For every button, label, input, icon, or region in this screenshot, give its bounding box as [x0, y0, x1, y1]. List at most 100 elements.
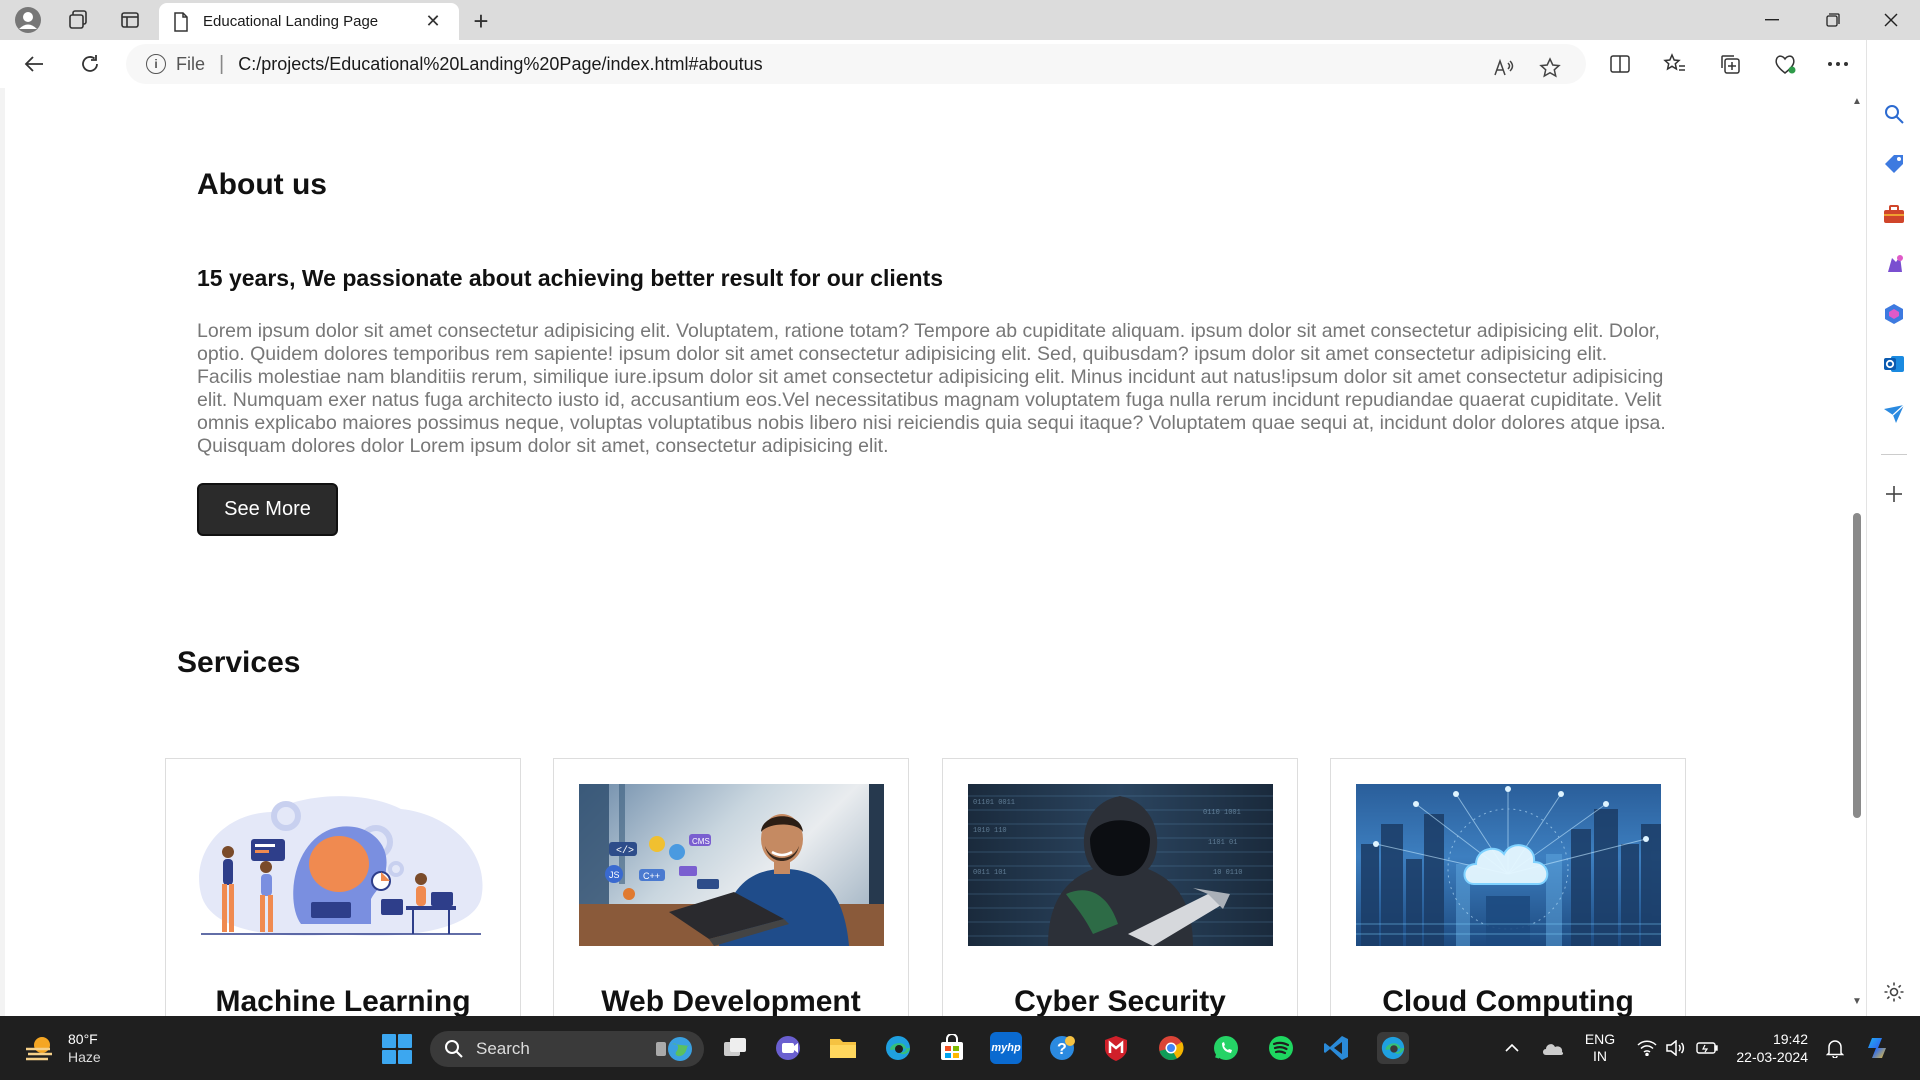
myhp-icon[interactable]: myhp [990, 1032, 1022, 1064]
spotify-icon[interactable] [1265, 1032, 1297, 1064]
url-text[interactable]: C:/projects/Educational%20Landing%20Page… [238, 54, 762, 75]
games-icon[interactable] [1880, 250, 1908, 278]
profile-icon[interactable] [6, 4, 50, 36]
whatsapp-icon[interactable] [1210, 1032, 1242, 1064]
copilot-taskbar-icon[interactable] [1862, 1016, 1894, 1080]
weather-temperature: 80°F [68, 1031, 98, 1047]
weather-widget[interactable]: 80°F Haze [24, 1030, 101, 1066]
sidebar-divider [1881, 454, 1907, 455]
search-highlight-globe-icon [656, 1037, 692, 1061]
battery-icon[interactable] [1694, 1016, 1720, 1080]
language-indicator[interactable]: ENG IN [1580, 1016, 1620, 1080]
edge-active-icon[interactable] [1377, 1032, 1409, 1064]
task-view-icon[interactable] [720, 1032, 752, 1064]
new-tab-button[interactable]: + [466, 6, 496, 36]
scroll-up-arrow-icon[interactable]: ▲ [1851, 96, 1863, 108]
file-label: File [176, 53, 206, 74]
search-icon[interactable] [1880, 100, 1908, 128]
split-screen-icon[interactable] [1600, 46, 1640, 82]
chrome-icon[interactable] [1155, 1032, 1187, 1064]
shopping-tag-icon[interactable] [1880, 150, 1908, 178]
search-placeholder: Search [476, 1039, 530, 1058]
card-title: Machine Learning [215, 985, 471, 1016]
back-button[interactable] [14, 46, 54, 82]
tab-title: Educational Landing Page [203, 13, 379, 30]
vertical-tabs-icon[interactable] [108, 4, 152, 36]
about-heading: About us [197, 168, 327, 201]
service-card-web-development[interactable]: </> CMS C++ JS Web Development [553, 758, 909, 1016]
card-title: Cyber Security [1014, 985, 1226, 1016]
minimize-button[interactable] [1745, 0, 1799, 40]
service-card-cyber-security[interactable]: 01101 0011 1010 110 0110 1001 1101 01 0011 … [942, 758, 1298, 1016]
card-title: Cloud Computing [1382, 985, 1634, 1016]
sidebar-settings-gear-icon[interactable] [1880, 978, 1908, 1006]
page-scrollbar[interactable]: ▲ ▼ [1848, 88, 1866, 1016]
cloud-city-photo [1356, 784, 1661, 946]
browser-toolbar: i File | C:/projects/Educational%20Landi… [0, 40, 1920, 88]
onedrive-cloud-icon[interactable] [1538, 1016, 1568, 1080]
windows-taskbar: 80°F Haze Search myhp ? ENG IN 19:42 22-… [0, 1016, 1920, 1080]
get-help-icon[interactable]: ? [1046, 1032, 1078, 1064]
read-aloud-icon[interactable] [1488, 52, 1520, 84]
taskbar-search-box[interactable]: Search [430, 1031, 704, 1067]
card-title: Web Development [601, 985, 861, 1016]
svg-text:1010 110: 1010 110 [973, 827, 1007, 835]
svg-text:0011 101: 0011 101 [973, 869, 1007, 877]
close-window-button[interactable] [1864, 0, 1918, 40]
restore-button[interactable] [1806, 0, 1860, 40]
outlook-icon[interactable] [1880, 350, 1908, 378]
svg-text:?: ? [1057, 1041, 1067, 1058]
see-more-button[interactable]: See More [197, 483, 338, 536]
favorite-star-icon[interactable] [1534, 52, 1566, 84]
svg-text:CMS: CMS [692, 837, 710, 846]
vscode-icon[interactable] [1320, 1032, 1352, 1064]
tools-icon[interactable] [1880, 200, 1908, 228]
windows-start-icon[interactable] [382, 1034, 412, 1064]
service-card-machine-learning[interactable]: Machine Learning [165, 758, 521, 1016]
microsoft-365-icon[interactable] [1880, 300, 1908, 328]
microsoft-store-icon[interactable] [936, 1032, 968, 1064]
about-paragraph: Lorem ipsum dolor sit amet consectetur a… [197, 320, 1666, 457]
more-options-icon[interactable] [1818, 46, 1858, 82]
web-developer-photo: </> CMS C++ JS [579, 784, 884, 946]
site-info-icon[interactable]: i [146, 54, 166, 74]
omnibox-separator: | [219, 52, 225, 75]
svg-text:10 0110: 10 0110 [1213, 869, 1242, 877]
weather-description: Haze [68, 1049, 101, 1065]
svg-text:0110 1001: 0110 1001 [1203, 809, 1241, 817]
services-heading: Services [177, 646, 301, 679]
clock-time: 19:42 [1772, 1031, 1808, 1047]
service-card-cloud-computing[interactable]: Cloud Computing [1330, 758, 1686, 1016]
scroll-down-arrow-icon[interactable]: ▼ [1851, 996, 1863, 1008]
file-explorer-icon[interactable] [827, 1032, 859, 1064]
scroll-thumb[interactable] [1853, 513, 1861, 818]
wifi-icon[interactable] [1636, 1016, 1658, 1080]
page-icon [174, 11, 188, 32]
language-region: IN [1593, 1048, 1607, 1064]
collections-icon[interactable] [1710, 46, 1750, 82]
mcafee-shield-icon[interactable] [1100, 1032, 1132, 1064]
machine-learning-illustration [191, 784, 496, 946]
reload-button[interactable] [70, 46, 110, 82]
svg-text:JS: JS [609, 870, 620, 880]
favorites-icon[interactable] [1655, 46, 1695, 82]
notification-bell-icon[interactable] [1822, 1016, 1848, 1080]
tab-close-button[interactable]: ✕ [421, 10, 445, 34]
workspaces-icon[interactable] [56, 4, 100, 36]
edge-browser-icon[interactable] [882, 1032, 914, 1064]
haze-weather-icon [26, 1037, 52, 1061]
teams-chat-icon[interactable] [772, 1032, 804, 1064]
search-icon [445, 1040, 463, 1058]
add-icon[interactable] [1880, 480, 1908, 508]
drop-icon[interactable] [1880, 400, 1908, 428]
active-tab[interactable]: Educational Landing Page ✕ [159, 3, 459, 40]
address-bar[interactable]: i File | C:/projects/Educational%20Landi… [126, 44, 1586, 84]
language-code: ENG [1584, 1031, 1616, 1047]
svg-text:1101 01: 1101 01 [1208, 839, 1237, 847]
svg-text:C++: C++ [643, 871, 660, 881]
hacker-photo: 01101 0011 1010 110 0110 1001 1101 01 0011 … [968, 784, 1273, 946]
browser-essentials-icon[interactable] [1765, 46, 1805, 82]
volume-icon[interactable] [1664, 1016, 1686, 1080]
show-hidden-icons-chevron-icon[interactable] [1500, 1016, 1524, 1080]
clock[interactable]: 19:42 22-03-2024 [1732, 1016, 1808, 1080]
